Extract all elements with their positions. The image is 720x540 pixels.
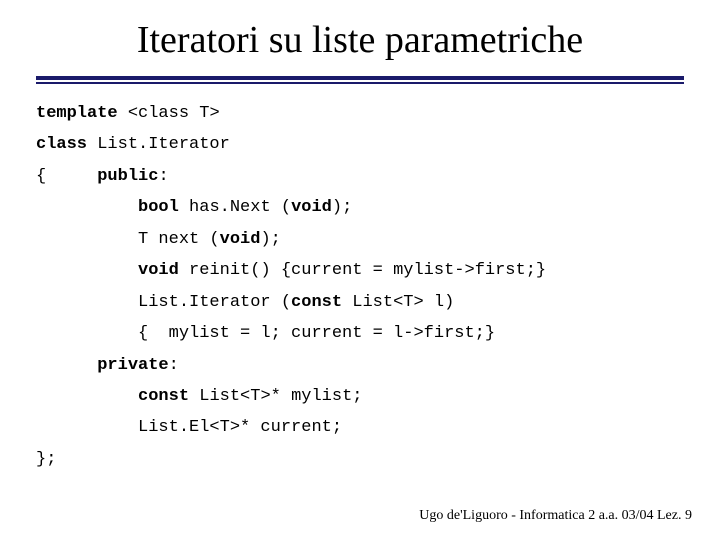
code-text: { [36,167,97,186]
code-text [36,198,138,217]
kw-public: public [97,167,158,186]
code-text: List.El<T>* current; [36,418,342,437]
kw-const: const [138,387,189,406]
slide: Iteratori su liste parametriche template… [0,0,720,540]
slide-footer: Ugo de'Liguoro - Informatica 2 a.a. 03/0… [419,508,692,524]
code-text: List.Iterator [87,135,230,154]
kw-private: private [97,356,168,375]
code-text: T next ( [36,230,220,249]
code-text: : [169,356,179,375]
kw-void: void [291,198,332,217]
code-text: }; [36,450,56,469]
kw-template: template [36,104,118,123]
code-text: : [158,167,168,186]
code-text: reinit() {current = mylist->first;} [179,261,546,280]
code-text: List<T> l) [342,293,454,312]
kw-void: void [220,230,261,249]
code-text [36,261,138,280]
code-text: ); [332,198,352,217]
kw-class: class [36,135,87,154]
code-text: ); [260,230,280,249]
kw-void: void [138,261,179,280]
code-text [36,356,97,375]
code-block: template <class T> class List.Iterator {… [0,84,720,475]
code-text: List<T>* mylist; [189,387,362,406]
slide-title: Iteratori su liste parametriche [0,0,720,76]
code-text: List.Iterator ( [36,293,291,312]
title-rule [36,76,684,84]
kw-bool: bool [138,198,179,217]
code-text: has.Next ( [179,198,291,217]
code-text: <class T> [118,104,220,123]
kw-const: const [291,293,342,312]
code-text: { mylist = l; current = l->first;} [36,324,495,343]
code-text [36,387,138,406]
